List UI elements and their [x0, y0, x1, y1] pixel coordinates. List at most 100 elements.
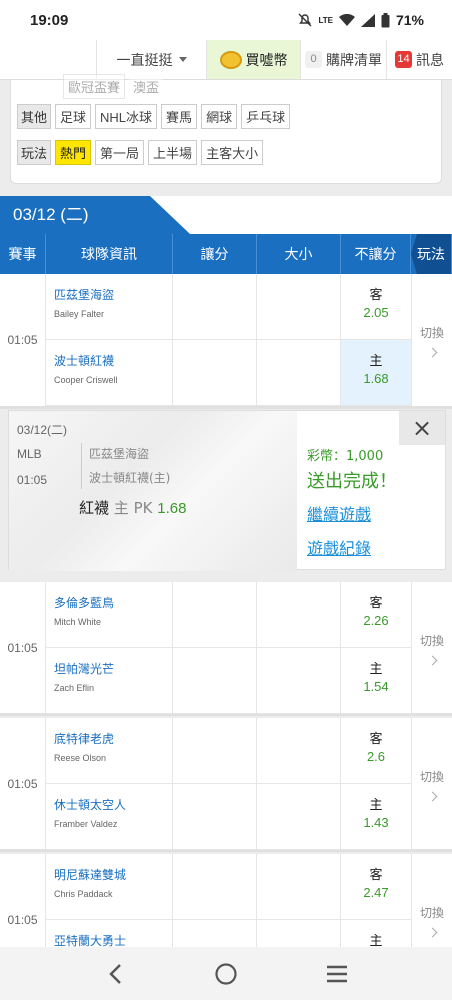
over-under-cell: [257, 340, 341, 405]
account-select-label: 一直挺挺: [116, 51, 173, 68]
filter-chip-first-half[interactable]: 上半場: [148, 140, 198, 165]
filter-chip-horse-racing[interactable]: 賽馬: [161, 104, 198, 129]
team-name[interactable]: 匹茲堡海盜: [54, 286, 172, 303]
game-row: 01:05 多倫多藍鳥 Mitch White 客 2.26 坦帕灣光芒 Zac…: [0, 582, 452, 716]
odds-side-label: 主: [369, 662, 383, 677]
team-name[interactable]: 底特律老虎: [54, 730, 172, 747]
header-event: 賽事: [0, 234, 46, 274]
header-team-info: 球隊資訊: [46, 234, 173, 274]
switch-button[interactable]: 切換: [412, 274, 452, 406]
cart-count-badge: 0: [305, 51, 322, 68]
filter-panel: 歐冠盃賽 澳盃 其他 足球 NHL冰球 賽馬 網球 乒乓球 玩法 熱門 第一局 …: [10, 74, 442, 184]
moneyline-odds-cell[interactable]: 客 2.6: [341, 718, 412, 783]
handicap-cell: [173, 718, 257, 783]
odds-side-label: 主: [369, 354, 383, 369]
over-under-cell: [257, 648, 341, 713]
filter-chip-home-away-total[interactable]: 主客大小: [201, 140, 264, 165]
date-tab[interactable]: 03/12 (二): [0, 196, 190, 234]
header-handicap: 讓分: [173, 234, 257, 274]
moneyline-odds-cell[interactable]: 客 2.26: [341, 582, 412, 647]
cart-button[interactable]: 0 購牌清單: [300, 40, 386, 79]
battery-percent: 71%: [395, 12, 424, 28]
bet-team: 紅襪: [79, 499, 110, 517]
pitcher-name: Framber Valdez: [54, 819, 118, 829]
game-time: 01:05: [0, 274, 46, 406]
pitcher-name: Zach Eflin: [54, 683, 95, 693]
over-under-cell: [257, 582, 341, 647]
switch-button[interactable]: 切換: [412, 718, 452, 849]
over-under-cell: [257, 274, 341, 339]
popup-team-home: 波士頓紅襪(主): [89, 471, 171, 485]
battery-icon: [381, 12, 390, 27]
odds-value: 2.26: [363, 613, 389, 628]
switch-label: 切換: [419, 769, 444, 784]
moneyline-odds-cell[interactable]: 客 2.47: [341, 854, 412, 919]
moneyline-odds-cell[interactable]: 主 1.43: [341, 784, 412, 849]
header-over-under: 大小: [257, 234, 341, 274]
team-row-home: 坦帕灣光芒 Zach Eflin 主 1.54: [46, 648, 412, 714]
game-history-link[interactable]: 遊戲紀錄: [307, 535, 371, 559]
bet-selection: 紅襪 主 PK 1.68: [79, 497, 186, 518]
team-row-home: 休士頓太空人 Framber Valdez 主 1.43: [46, 784, 412, 850]
coin-icon: [219, 50, 242, 69]
team-row-home: 波士頓紅襪 Cooper Criswell 主 1.68: [46, 340, 412, 406]
odds-value: 2.47: [363, 885, 389, 900]
team-info: 波士頓紅襪 Cooper Criswell: [46, 340, 173, 405]
popup-time: 01:05: [17, 473, 48, 487]
back-icon[interactable]: [100, 959, 130, 989]
switch-label: 切換: [419, 326, 444, 340]
header-moneyline: 不讓分: [341, 234, 411, 274]
buy-coins-button[interactable]: 買噓幣: [206, 40, 300, 79]
system-nav-bar: [0, 947, 452, 1000]
messages-button[interactable]: 14 訊息: [386, 40, 452, 79]
switch-button[interactable]: 切換: [412, 582, 452, 713]
team-row-away: 匹茲堡海盜 Bailey Falter 客 2.05: [46, 274, 412, 340]
team-name[interactable]: 坦帕灣光芒: [54, 660, 172, 677]
team-info: 多倫多藍鳥 Mitch White: [46, 582, 173, 647]
mute-icon: [298, 13, 312, 27]
filter-chip-uefa[interactable]: 歐冠盃賽: [63, 74, 126, 99]
filter-chip-australia[interactable]: 澳盃: [129, 75, 164, 98]
filter-chip-hot[interactable]: 熱門: [55, 140, 92, 165]
filter-chip-first-inning[interactable]: 第一局: [95, 140, 145, 165]
filter-chip-tennis[interactable]: 網球: [201, 104, 238, 129]
messages-label: 訊息: [416, 51, 444, 68]
over-under-cell: [257, 718, 341, 783]
team-name[interactable]: 波士頓紅襪: [54, 352, 172, 369]
moneyline-odds-cell[interactable]: 客 2.05: [341, 274, 412, 339]
odds-value: 1.54: [363, 679, 389, 694]
moneyline-odds-cell[interactable]: 主 1.54: [341, 648, 412, 713]
team-name[interactable]: 多倫多藍鳥: [54, 594, 172, 611]
odds-value: 2.05: [363, 305, 389, 320]
close-icon[interactable]: ×: [399, 411, 445, 445]
pitcher-name: Reese Olson: [54, 753, 107, 763]
team-row-away: 明尼蘇達雙城 Chris Paddack 客 2.47: [46, 854, 412, 920]
switch-label: 切換: [419, 905, 444, 920]
status-bar: 19:09 LTE 71%: [0, 0, 452, 40]
team-info: 休士頓太空人 Framber Valdez: [46, 784, 173, 849]
over-under-cell: [257, 854, 341, 919]
odds-side-label: 客: [369, 288, 383, 303]
status-time: 19:09: [30, 11, 69, 29]
handicap-cell: [173, 274, 257, 339]
team-name[interactable]: 明尼蘇達雙城: [54, 866, 172, 883]
pitcher-name: Mitch White: [54, 617, 102, 627]
home-icon[interactable]: [211, 959, 241, 989]
bet-summary-panel: 03/12(二) MLB 01:05 匹茲堡海盜 波士頓紅襪(主) 紅襪 主 P…: [9, 411, 297, 571]
filter-chip-nhl[interactable]: NHL冰球: [95, 104, 158, 129]
continue-game-link[interactable]: 繼續遊戲: [307, 501, 371, 525]
filter-label-other: 其他: [17, 104, 52, 129]
game-row: 01:05 匹茲堡海盜 Bailey Falter 客 2.05 波士頓紅襪 C…: [0, 274, 452, 409]
wifi-icon: [338, 13, 355, 26]
team-row-away: 底特律老虎 Reese Olson 客 2.6: [46, 718, 412, 784]
chevron-right-icon: [427, 347, 437, 358]
recent-apps-icon[interactable]: [322, 959, 352, 989]
table-header: 賽事 球隊資訊 讓分 大小 不讓分 玩法: [0, 234, 452, 274]
filter-chip-table-tennis[interactable]: 乒乓球: [241, 104, 291, 129]
filter-label-play: 玩法: [17, 140, 52, 165]
filter-chip-soccer[interactable]: 足球: [55, 104, 92, 129]
handicap-cell: [173, 582, 257, 647]
moneyline-odds-cell-selected[interactable]: 主 1.68: [341, 340, 412, 405]
filter-partial-row: 歐冠盃賽 澳盃: [63, 74, 164, 99]
team-name[interactable]: 休士頓太空人: [54, 796, 172, 813]
